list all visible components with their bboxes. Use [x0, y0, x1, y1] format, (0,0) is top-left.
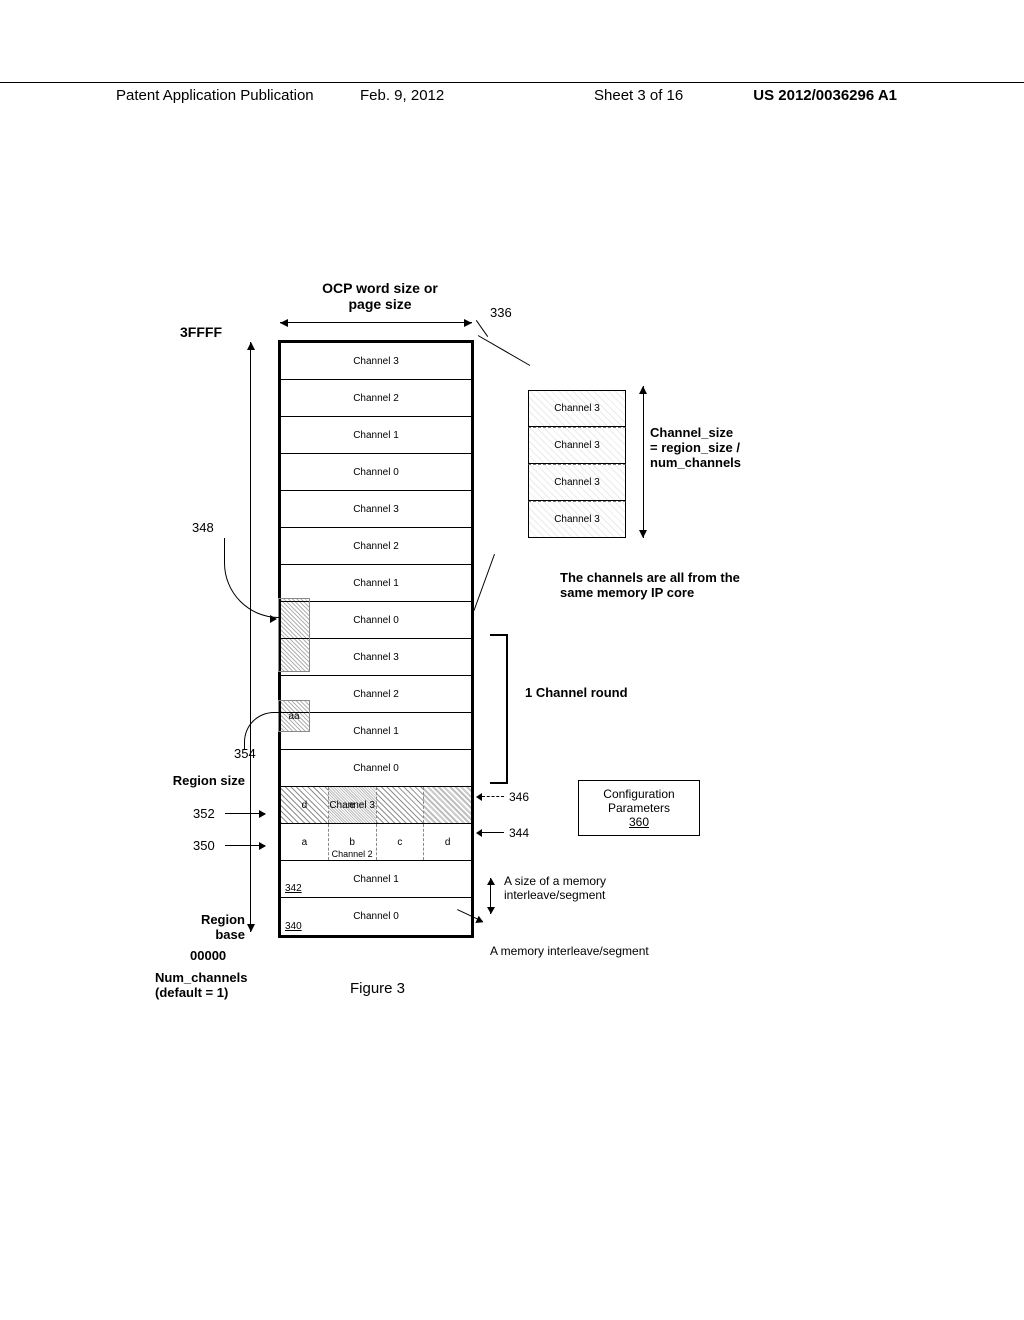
segment-size-label: A size of a memory interleave/segment: [504, 874, 684, 902]
ref-346: 346: [509, 790, 529, 804]
channel-label: Channel 3: [353, 356, 399, 367]
region-size-label: Region size: [170, 773, 245, 788]
ref-350-leader: [225, 845, 265, 846]
channel-label: Channel 3: [554, 477, 600, 488]
figure-3: OCP word size or page size 3FFFF 336 Cha…: [170, 280, 870, 1000]
pub-title: Patent Application Publication: [116, 87, 314, 104]
ref-344-leader: [482, 832, 504, 833]
config-params-label: Configuration Parameters: [583, 787, 695, 815]
channel-label: Channel 1: [353, 726, 399, 737]
seg-cell-b: b: [349, 837, 355, 848]
channel-label: Channel 1: [353, 578, 399, 589]
config-params-box: Configuration Parameters 360: [578, 780, 700, 836]
seg-cell-d: d: [302, 800, 308, 811]
ref-348: 348: [192, 520, 214, 535]
channel-label: Channel 2: [353, 541, 399, 552]
segment-size-arrow: [490, 878, 491, 914]
page-header: Patent Application Publication Feb. 9, 2…: [0, 82, 1024, 87]
word-size-label: OCP word size or page size: [300, 280, 460, 312]
ref-340: 340: [285, 921, 302, 932]
channel-size-bracket: [634, 386, 644, 538]
addr-top: 3FFFF: [180, 324, 222, 340]
ref-348-leader: [224, 538, 279, 618]
leader-top-right: [478, 335, 530, 366]
channel-label: Channel 3: [353, 652, 399, 663]
ref-344: 344: [509, 826, 529, 840]
channel-round-label: 1 Channel round: [525, 685, 628, 700]
region-base-label: Region base: [170, 912, 245, 942]
ref-336: 336: [490, 305, 512, 320]
channel3-group: Channel 3 Channel 3 Channel 3 Channel 3: [528, 390, 626, 538]
ref-352-leader: [225, 813, 265, 814]
ref-352: 352: [193, 806, 215, 821]
channel-label: Channel 3: [554, 514, 600, 525]
width-dim-line: [280, 322, 472, 323]
aa-label: aa: [288, 711, 299, 722]
channel-label: Channel 3: [329, 800, 375, 811]
channel-label: Channel 2: [353, 689, 399, 700]
pub-number: US 2012/0036296 A1: [753, 87, 897, 104]
channel-label: Channel 1: [353, 430, 399, 441]
channel-label: Channel 1: [353, 874, 399, 885]
seg-cell-c: c: [397, 837, 402, 848]
ref-342: 342: [285, 883, 302, 894]
ref-360: 360: [583, 815, 695, 829]
channel-label: Channel 0: [353, 763, 399, 774]
ref-346-leader: [482, 796, 504, 797]
channel-label: Channel 0: [353, 615, 399, 626]
channel-label: Channel 0: [353, 911, 399, 922]
num-channels-label: Num_channels (default = 1): [155, 970, 247, 1000]
addr-bottom: 00000: [190, 948, 226, 963]
same-ip-note: The channels are all from the same memor…: [560, 570, 760, 600]
ref-348-arrow: [270, 615, 277, 623]
channel-label: Channel 3: [554, 440, 600, 451]
ref-350: 350: [193, 838, 215, 853]
channel-label: Channel 0: [353, 467, 399, 478]
figure-caption: Figure 3: [350, 980, 405, 997]
channel-label: Channel 2: [332, 849, 373, 859]
channel-round-bracket: [490, 634, 508, 784]
channel-label: Channel 3: [554, 403, 600, 414]
leader-mid-right: [474, 554, 495, 611]
ref-348-block: [278, 598, 310, 672]
channel-size-label: Channel_size = region_size / num_channel…: [650, 425, 800, 470]
channel-label: Channel 3: [353, 504, 399, 515]
segment-label: A memory interleave/segment: [490, 944, 649, 958]
sheet-number: Sheet 3 of 16: [594, 87, 683, 104]
seg-cell-d2: d: [445, 837, 451, 848]
channel-label: Channel 2: [353, 393, 399, 404]
pub-date: Feb. 9, 2012: [360, 87, 444, 104]
seg-cell-a: a: [302, 837, 308, 848]
